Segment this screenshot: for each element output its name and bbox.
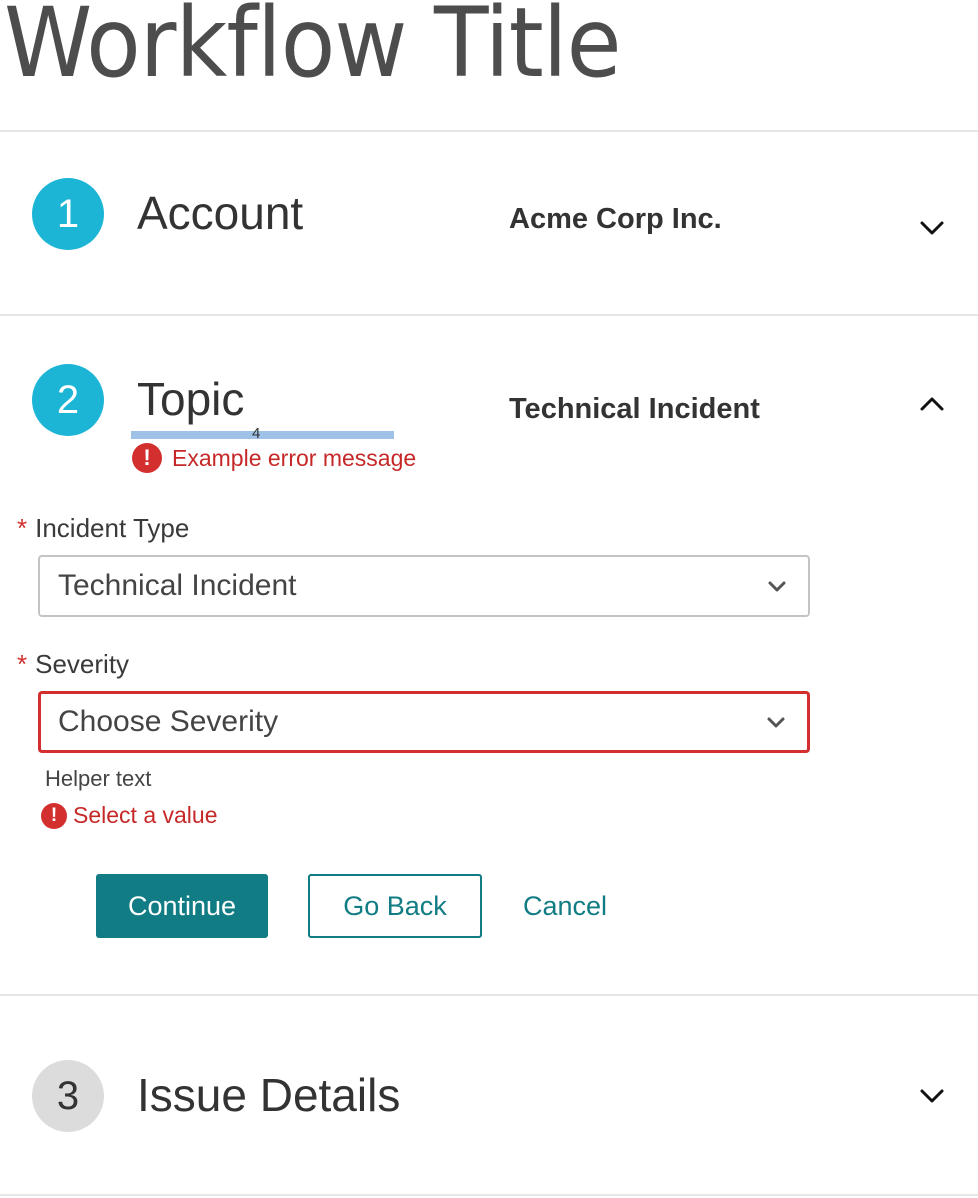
incident-type-value: Technical Incident: [58, 569, 297, 602]
step-summary: Acme Corp Inc.: [509, 203, 722, 235]
step-number-badge: 1: [32, 178, 104, 250]
incident-type-label-text: Incident Type: [35, 513, 190, 543]
error-icon: !: [41, 802, 67, 829]
incident-type-label: * Incident Type: [17, 513, 189, 544]
continue-button[interactable]: Continue: [96, 874, 268, 938]
step-error-message: Example error message: [172, 444, 417, 471]
severity-helper-text: Helper text: [45, 766, 152, 791]
severity-label: * Severity: [17, 649, 129, 680]
cancel-button[interactable]: Cancel: [506, 874, 624, 938]
chevron-up-icon[interactable]: [918, 390, 946, 418]
step-title: Account: [137, 187, 304, 239]
severity-error-message: Select a value: [73, 802, 218, 828]
focus-indicator-number: 4: [252, 425, 261, 442]
divider: [0, 130, 978, 132]
severity-label-text: Severity: [35, 649, 130, 679]
divider: [0, 1194, 978, 1196]
step-error: ! Example error message: [132, 443, 416, 473]
step-title: Issue Details: [137, 1069, 401, 1121]
incident-type-select[interactable]: Technical Incident: [38, 555, 810, 617]
chevron-down-icon[interactable]: [918, 214, 946, 242]
divider: [0, 994, 978, 996]
chevron-down-icon[interactable]: [918, 1082, 946, 1110]
go-back-button[interactable]: Go Back: [308, 874, 482, 938]
severity-select[interactable]: Choose Severity: [38, 691, 810, 753]
severity-value: Choose Severity: [58, 705, 279, 738]
step-title: Topic: [137, 373, 245, 425]
chevron-down-icon: [766, 575, 788, 597]
required-indicator: *: [17, 649, 28, 679]
page-title: Workflow Title: [4, 0, 622, 99]
severity-error: ! Select a value: [41, 802, 217, 829]
error-icon: !: [132, 443, 162, 473]
chevron-down-icon: [765, 711, 787, 733]
required-indicator: *: [17, 513, 28, 543]
divider: [0, 314, 978, 316]
step-number-badge: 2: [32, 364, 104, 436]
step-summary: Technical Incident: [509, 393, 760, 425]
focus-indicator-bar: [131, 431, 394, 439]
step-number-badge: 3: [32, 1060, 104, 1132]
